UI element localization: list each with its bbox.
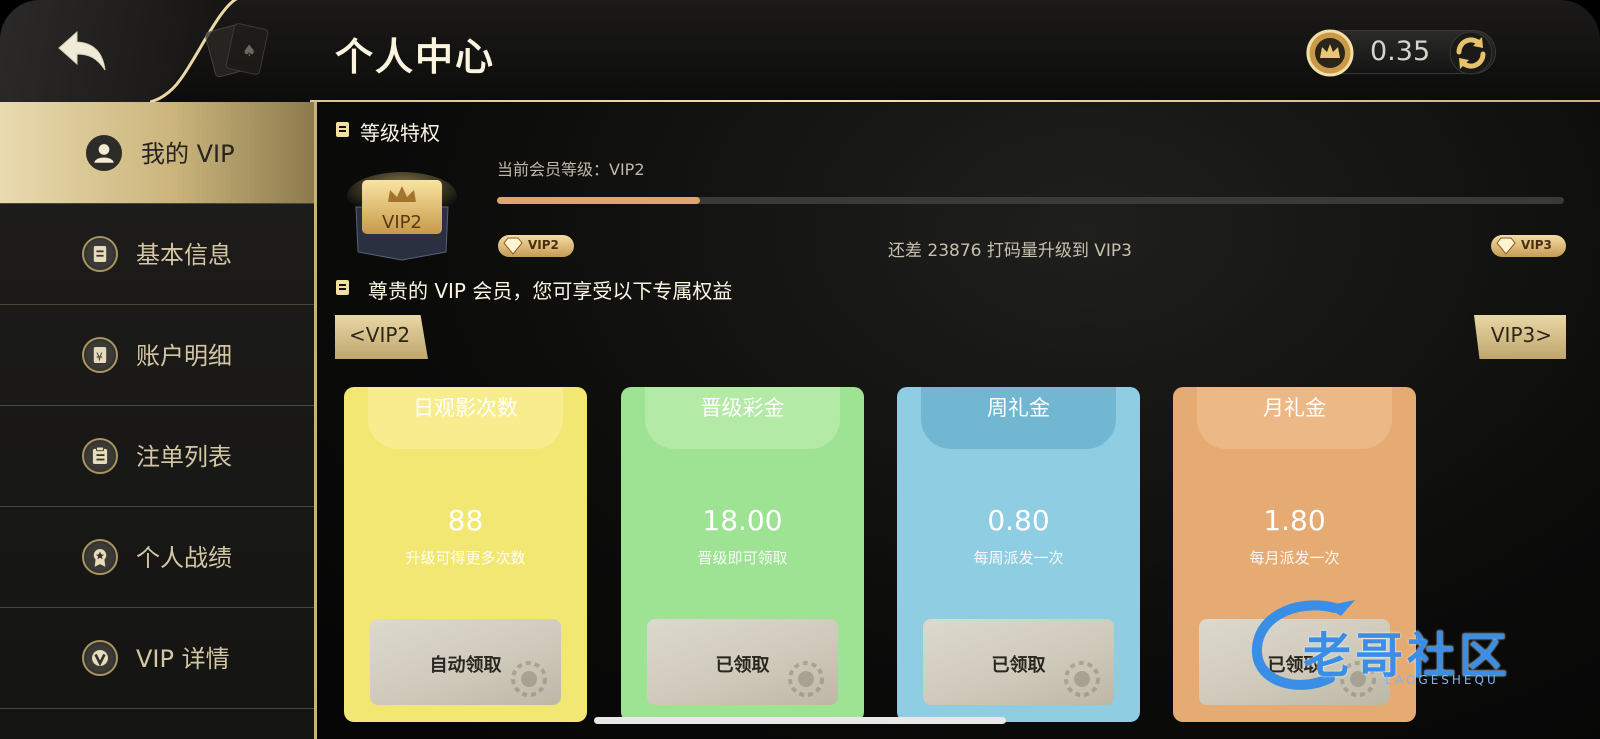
crown-coin-icon	[1306, 29, 1354, 77]
auto-claim-button[interactable]: 自动领取	[370, 619, 561, 705]
benefit-card-weekly-gift: 周礼金 0.80 每周派发一次 已领取	[897, 387, 1140, 722]
sidebar-item-label: 账户明细	[136, 342, 232, 370]
card-description: 晋级即可领取	[697, 549, 788, 567]
svg-text:¥: ¥	[96, 350, 103, 363]
card-title: 晋级彩金	[700, 396, 785, 420]
card-title: 日观影次数	[413, 396, 518, 420]
sidebar-item-label: 个人战绩	[136, 544, 232, 572]
sidebar-item-label: 基本信息	[136, 241, 232, 269]
sidebar-item-account-details[interactable]: ¥ 账户明细	[0, 304, 314, 406]
benefit-card-daily-views: 日观影次数 88 升级可得更多次数 自动领取	[344, 387, 587, 722]
sidebar-item-personal-record[interactable]: 个人战绩	[0, 506, 314, 608]
from-level-label: VIP2	[528, 238, 559, 252]
card-value: 88	[447, 504, 484, 537]
card-value: 1.80	[1263, 504, 1326, 537]
diamond-icon	[503, 237, 523, 255]
back-arrow-icon[interactable]	[55, 28, 110, 74]
clipboard-icon	[82, 438, 118, 474]
to-level-label: VIP3	[1521, 238, 1552, 252]
vip-v-icon	[82, 640, 118, 676]
card-value: 18.00	[702, 504, 783, 537]
level-progress-fill	[497, 197, 700, 204]
section-doc-icon	[336, 122, 349, 137]
card-value: 0.80	[987, 504, 1050, 537]
card-title: 月礼金	[1263, 396, 1326, 420]
card-description: 每周派发一次	[973, 549, 1064, 567]
balance-value: 0.35	[1370, 36, 1431, 67]
section-doc-icon	[336, 280, 349, 295]
chips-icon	[788, 661, 824, 697]
benefit-card-monthly-gift: 月礼金 1.80 每月派发一次 已领取	[1173, 387, 1416, 722]
card-description: 每月派发一次	[1249, 549, 1340, 567]
yuan-icon: ¥	[82, 337, 118, 373]
chips-icon	[1064, 661, 1100, 697]
sidebar: 我的 VIP 基本信息 ¥ 账户明细 注单列表 个人战绩 VIP 详情	[0, 102, 317, 739]
svg-text:♠: ♠	[242, 41, 256, 60]
medal-icon	[82, 539, 118, 575]
sidebar-item-my-vip[interactable]: 我的 VIP	[0, 102, 314, 204]
card-title: 周礼金	[987, 396, 1050, 420]
prev-level-button[interactable]: <VIP2	[335, 315, 428, 359]
chips-icon	[511, 661, 547, 697]
vip-badge-label: VIP2	[382, 212, 422, 233]
user-icon	[86, 135, 122, 171]
next-level-button[interactable]: VIP3>	[1474, 315, 1566, 359]
level-progress-bar	[497, 197, 1564, 204]
level-section-title: 等级特权	[360, 121, 440, 145]
benefits-section-title: 尊贵的 VIP 会员，您可享受以下专属权益	[368, 279, 733, 303]
home-indicator[interactable]	[594, 717, 1006, 724]
sidebar-item-label: 我的 VIP	[141, 140, 235, 168]
from-level-badge: VIP2	[498, 235, 574, 257]
benefit-card-promotion-bonus: 晋级彩金 18.00 晋级即可领取 已领取	[621, 387, 864, 722]
claimed-button[interactable]: 已领取	[647, 619, 838, 705]
diamond-icon	[1496, 237, 1516, 255]
vip-level-badge: VIP2	[347, 172, 457, 261]
sidebar-item-vip-details[interactable]: VIP 详情	[0, 607, 314, 709]
sidebar-item-label: VIP 详情	[136, 645, 230, 673]
current-level-text: 当前会员等级：VIP2	[497, 160, 645, 179]
refresh-icon[interactable]	[1448, 30, 1494, 76]
claimed-button[interactable]: 已领取	[923, 619, 1114, 705]
chips-icon	[1340, 661, 1376, 697]
sidebar-item-label: 注单列表	[136, 443, 232, 471]
page-title: 个人中心	[335, 35, 496, 79]
claimed-button[interactable]: 已领取	[1199, 619, 1390, 705]
to-level-badge: VIP3	[1491, 235, 1566, 257]
playing-cards-icon: ♠	[205, 23, 269, 78]
document-icon	[82, 236, 118, 272]
sidebar-item-bet-list[interactable]: 注单列表	[0, 405, 314, 507]
card-description: 升级可得更多次数	[405, 549, 526, 567]
upgrade-hint: 还差 23876 打码量升级到 VIP3	[887, 241, 1132, 261]
sidebar-item-basic-info[interactable]: 基本信息	[0, 203, 314, 305]
